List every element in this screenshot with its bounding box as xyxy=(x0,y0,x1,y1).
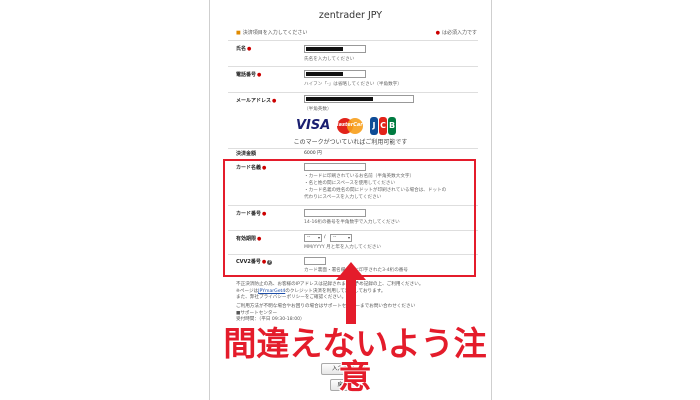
page-title: zentrader JPY xyxy=(318,10,383,21)
amount-value: 6000 円 xyxy=(304,151,322,156)
jcb-logo: JCB xyxy=(370,117,396,135)
mastercard-logo: MasterCard xyxy=(333,117,367,135)
card-mark-caption: このマークがついていればご利用可能です xyxy=(293,139,408,146)
phone-label: 電話番号● xyxy=(236,72,262,78)
divider xyxy=(228,92,478,93)
name-input[interactable] xyxy=(304,45,366,53)
divider xyxy=(228,40,478,41)
card-fields-highlight xyxy=(223,159,476,277)
phone-help: ハイフン「-」は省略してください（半角数字） xyxy=(304,82,402,87)
card-brand-logos: VISA MasterCard JCB xyxy=(296,117,396,135)
payment-provider-link[interactable]: JPYmarGet4 xyxy=(258,289,285,294)
instruction-text: ■ 決済項目を入力してください xyxy=(236,30,308,36)
visa-logo: VISA xyxy=(296,118,331,133)
phone-input[interactable] xyxy=(304,70,366,78)
email-input[interactable] xyxy=(304,95,414,103)
required-marker-icon: ● xyxy=(435,30,440,36)
name-label: 氏名● xyxy=(236,46,252,52)
email-help: （半角英数） xyxy=(304,107,332,112)
email-label: メールアドレス● xyxy=(236,98,277,104)
required-note: ● は必須入力です xyxy=(435,30,477,36)
divider xyxy=(228,148,478,149)
warning-caption: 間違えないよう注意 xyxy=(223,324,487,396)
name-help: 氏名を入力してください xyxy=(304,57,355,62)
amount-label: 決済金額 xyxy=(236,151,257,157)
divider xyxy=(228,66,478,67)
bullet-icon: ■ xyxy=(236,30,241,36)
up-arrow-icon xyxy=(336,262,366,324)
